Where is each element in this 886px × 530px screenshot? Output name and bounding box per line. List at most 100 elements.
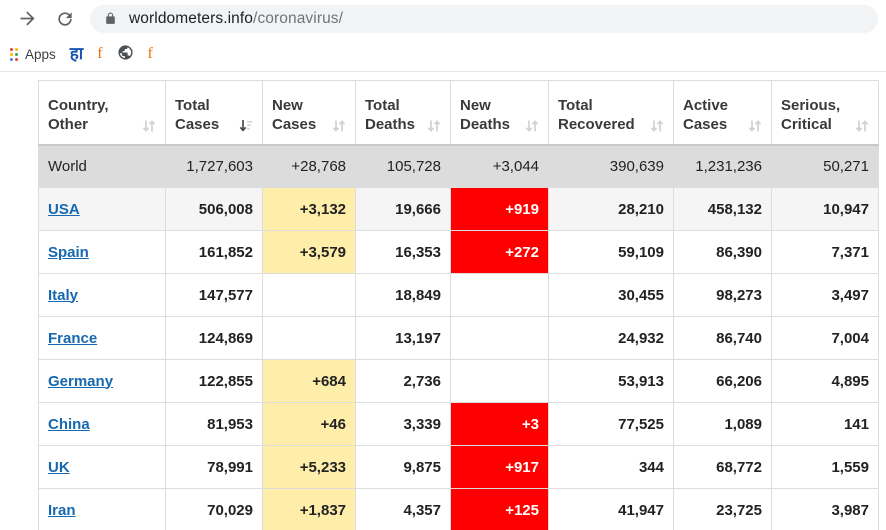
country-cell[interactable]: France xyxy=(38,316,166,360)
cell-new-cases xyxy=(262,273,356,317)
table-row[interactable]: France 124,869 13,197 24,932 86,740 7,004 xyxy=(38,316,879,360)
reload-icon xyxy=(58,11,72,26)
lock-icon xyxy=(104,11,117,26)
column-header-label: Serious, Critical xyxy=(781,96,869,134)
country-cell[interactable]: Germany xyxy=(38,359,166,403)
reload-button[interactable] xyxy=(48,2,82,36)
country-link[interactable]: UK xyxy=(48,459,70,476)
cell-new-deaths: +125 xyxy=(450,488,549,530)
column-header-total-recovered[interactable]: Total Recovered xyxy=(548,80,674,146)
cell-serious-critical: 50,271 xyxy=(771,144,879,188)
column-header-new-deaths[interactable]: New Deaths xyxy=(450,80,549,146)
cell-serious-critical: 7,004 xyxy=(771,316,879,360)
browser-chrome: worldometers.info/coronavirus/ Apps हा f… xyxy=(0,0,886,72)
table-row[interactable]: UK 78,991 +5,233 9,875 +917 344 68,772 1,559 xyxy=(38,445,879,489)
cell-new-cases: +5,233 xyxy=(262,445,356,489)
column-header-line1: Country, xyxy=(48,97,109,115)
column-header-line2: Cases xyxy=(683,116,728,134)
cell-total-deaths: 18,849 xyxy=(355,273,451,317)
column-header-label: Total Cases xyxy=(175,96,253,134)
country-link[interactable]: USA xyxy=(48,201,80,218)
cell-active-cases: 1,089 xyxy=(673,402,772,446)
hindi-bookmark-icon: हा xyxy=(69,43,84,64)
column-header-line1: Total xyxy=(175,97,210,115)
column-header-total-cases[interactable]: Total Cases xyxy=(165,80,263,146)
table-row[interactable]: Iran 70,029 +1,837 4,357 +125 41,947 23,725 3,9… xyxy=(38,488,879,530)
country-cell[interactable]: Iran xyxy=(38,488,166,530)
cell-new-deaths: +272 xyxy=(450,230,549,274)
cell-total-deaths: 105,728 xyxy=(355,144,451,188)
country-cell[interactable]: UK xyxy=(38,445,166,489)
cell-new-deaths xyxy=(450,273,549,317)
bookmark-apps-label: Apps xyxy=(25,46,56,62)
column-header-label: Country, Other xyxy=(48,96,156,134)
column-header-new-cases[interactable]: New Cases xyxy=(262,80,356,146)
table-row[interactable]: World 1,727,603 +28,768 105,728 +3,044 390,63… xyxy=(38,144,879,188)
column-header-country-other[interactable]: Country, Other xyxy=(38,80,166,146)
country-link[interactable]: Iran xyxy=(48,502,76,519)
column-header-line2: Cases xyxy=(175,116,220,134)
table-row[interactable]: Italy 147,577 18,849 30,455 98,273 3,497 xyxy=(38,273,879,317)
sort-icon-inactive[interactable] xyxy=(748,119,762,134)
sort-icon-inactive[interactable] xyxy=(142,119,156,134)
cell-total-recovered: 41,947 xyxy=(548,488,674,530)
sort-icon-inactive[interactable] xyxy=(525,119,539,134)
cell-total-recovered: 77,525 xyxy=(548,402,674,446)
sort-icon-inactive[interactable] xyxy=(427,119,441,134)
sort-icon-desc-active[interactable] xyxy=(239,119,253,134)
cell-new-deaths: +919 xyxy=(450,187,549,231)
column-header-line2: Critical xyxy=(781,116,832,134)
cell-total-cases: 70,029 xyxy=(165,488,263,530)
sort-icon-inactive[interactable] xyxy=(855,119,869,134)
forward-button[interactable] xyxy=(10,2,44,36)
cell-total-cases: 147,577 xyxy=(165,273,263,317)
country-cell[interactable]: USA xyxy=(38,187,166,231)
cell-total-deaths: 16,353 xyxy=(355,230,451,274)
cell-new-cases: +684 xyxy=(262,359,356,403)
column-header-line1: New xyxy=(460,97,491,115)
table-row[interactable]: China 81,953 +46 3,339 +3 77,525 1,089 141 xyxy=(38,402,879,446)
cell-active-cases: 66,206 xyxy=(673,359,772,403)
country-cell[interactable]: Spain xyxy=(38,230,166,274)
cell-new-cases: +3,132 xyxy=(262,187,356,231)
cell-new-cases: +28,768 xyxy=(262,144,356,188)
globe-icon xyxy=(117,44,134,64)
table-row[interactable]: Germany 122,855 +684 2,736 53,913 66,206 4,895 xyxy=(38,359,879,403)
back-button[interactable] xyxy=(0,2,8,36)
cell-total-cases: 81,953 xyxy=(165,402,263,446)
address-bar[interactable]: worldometers.info/coronavirus/ xyxy=(90,4,878,33)
table-header: Country, Other Total Cases New Cases Total Deat… xyxy=(38,80,879,146)
column-header-active-cases[interactable]: Active Cases xyxy=(673,80,772,146)
cell-total-deaths: 9,875 xyxy=(355,445,451,489)
cell-total-cases: 161,852 xyxy=(165,230,263,274)
country-link[interactable]: Italy xyxy=(48,287,78,304)
cell-new-deaths: +917 xyxy=(450,445,549,489)
bookmark-f-2[interactable]: f xyxy=(142,41,159,67)
country-cell-world[interactable]: World xyxy=(38,144,166,188)
bookmark-f-1[interactable]: f xyxy=(91,41,108,67)
country-cell[interactable]: Italy xyxy=(38,273,166,317)
table-row[interactable]: Spain 161,852 +3,579 16,353 +272 59,109 86,390… xyxy=(38,230,879,274)
browser-toolbar: worldometers.info/coronavirus/ xyxy=(0,0,886,37)
cell-total-recovered: 30,455 xyxy=(548,273,674,317)
table-row[interactable]: USA 506,008 +3,132 19,666 +919 28,210 458,132 1… xyxy=(38,187,879,231)
country-link[interactable]: China xyxy=(48,416,90,433)
bookmark-globe[interactable] xyxy=(111,41,140,67)
column-header-line2: Deaths xyxy=(365,116,416,134)
country-link[interactable]: Spain xyxy=(48,244,89,261)
column-header-serious-critical[interactable]: Serious, Critical xyxy=(771,80,879,146)
sort-icon-inactive[interactable] xyxy=(650,119,664,134)
bookmark-apps[interactable]: Apps xyxy=(2,41,62,67)
forward-arrow-icon xyxy=(20,11,34,26)
cell-new-cases: +46 xyxy=(262,402,356,446)
f-bookmark-icon: f xyxy=(97,45,103,62)
url-text: worldometers.info/coronavirus/ xyxy=(129,10,343,28)
cell-serious-critical: 4,895 xyxy=(771,359,879,403)
country-cell[interactable]: China xyxy=(38,402,166,446)
cell-total-recovered: 344 xyxy=(548,445,674,489)
column-header-total-deaths[interactable]: Total Deaths xyxy=(355,80,451,146)
sort-icon-inactive[interactable] xyxy=(332,119,346,134)
country-link[interactable]: Germany xyxy=(48,373,113,390)
bookmark-hindi[interactable]: हा xyxy=(64,41,89,67)
country-link[interactable]: France xyxy=(48,330,97,347)
